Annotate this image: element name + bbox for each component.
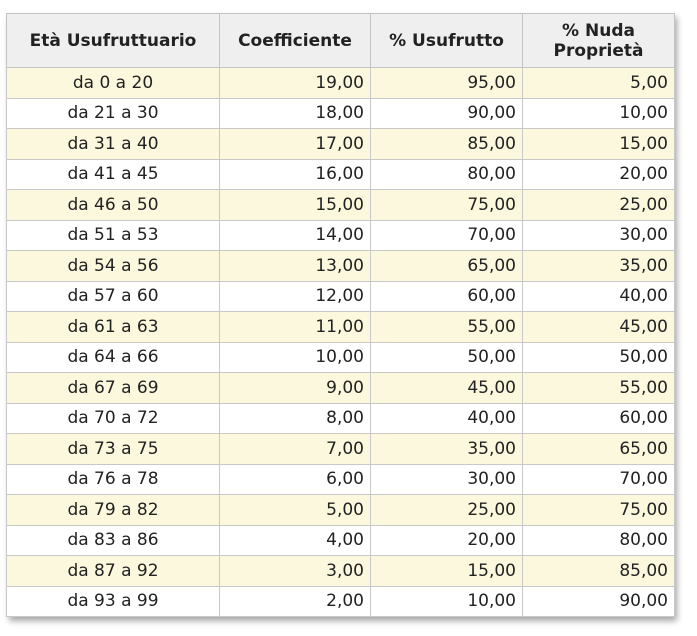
cell-age-range: da 61 a 63 — [6, 311, 220, 343]
cell-nuda-proprieta-percent: 20,00 — [522, 158, 675, 190]
cell-nuda-proprieta-percent: 75,00 — [522, 494, 675, 526]
cell-usufrutto-percent: 20,00 — [370, 524, 523, 556]
cell-nuda-proprieta-percent: 70,00 — [522, 463, 675, 495]
cell-usufrutto-percent: 30,00 — [370, 463, 523, 495]
cell-coefficient: 7,00 — [219, 433, 371, 465]
header-nuda-proprieta: % Nuda Proprietà — [522, 13, 675, 68]
cell-usufrutto-percent: 45,00 — [370, 372, 523, 404]
cell-age-range: da 87 a 92 — [6, 555, 220, 587]
cell-usufrutto-percent: 90,00 — [370, 97, 523, 129]
table-row: da 67 a 69 9,00 45,00 55,00 — [6, 372, 675, 404]
cell-usufrutto-percent: 40,00 — [370, 402, 523, 434]
cell-usufrutto-percent: 65,00 — [370, 250, 523, 282]
usufruct-coefficient-table: Età Usufruttuario Coefficiente % Usufrut… — [6, 13, 675, 617]
cell-nuda-proprieta-percent: 35,00 — [522, 250, 675, 282]
cell-age-range: da 79 a 82 — [6, 494, 220, 526]
cell-nuda-proprieta-percent: 90,00 — [522, 585, 675, 617]
header-coefficiente: Coefficiente — [219, 13, 371, 68]
cell-nuda-proprieta-percent: 85,00 — [522, 555, 675, 587]
cell-coefficient: 11,00 — [219, 311, 371, 343]
header-eta-usufruttuario: Età Usufruttuario — [6, 13, 220, 68]
cell-age-range: da 31 a 40 — [6, 128, 220, 160]
usufruct-table-container: Età Usufruttuario Coefficiente % Usufrut… — [6, 13, 675, 617]
cell-coefficient: 17,00 — [219, 128, 371, 160]
table-row: da 21 a 30 18,00 90,00 10,00 — [6, 97, 675, 129]
cell-usufrutto-percent: 10,00 — [370, 585, 523, 617]
cell-coefficient: 15,00 — [219, 189, 371, 221]
cell-usufrutto-percent: 85,00 — [370, 128, 523, 160]
table-row: da 54 a 56 13,00 65,00 35,00 — [6, 250, 675, 282]
cell-coefficient: 14,00 — [219, 219, 371, 251]
cell-nuda-proprieta-percent: 40,00 — [522, 280, 675, 312]
cell-age-range: da 76 a 78 — [6, 463, 220, 495]
cell-age-range: da 54 a 56 — [6, 250, 220, 282]
cell-usufrutto-percent: 50,00 — [370, 341, 523, 373]
cell-nuda-proprieta-percent: 55,00 — [522, 372, 675, 404]
cell-coefficient: 10,00 — [219, 341, 371, 373]
cell-coefficient: 12,00 — [219, 280, 371, 312]
cell-age-range: da 64 a 66 — [6, 341, 220, 373]
table-row: da 93 a 99 2,00 10,00 90,00 — [6, 585, 675, 617]
table-row: da 79 a 82 5,00 25,00 75,00 — [6, 494, 675, 526]
table-row: da 70 a 72 8,00 40,00 60,00 — [6, 402, 675, 434]
table-row: da 51 a 53 14,00 70,00 30,00 — [6, 219, 675, 251]
cell-usufrutto-percent: 60,00 — [370, 280, 523, 312]
cell-coefficient: 5,00 — [219, 494, 371, 526]
cell-nuda-proprieta-percent: 60,00 — [522, 402, 675, 434]
cell-nuda-proprieta-percent: 45,00 — [522, 311, 675, 343]
cell-coefficient: 19,00 — [219, 67, 371, 99]
cell-usufrutto-percent: 15,00 — [370, 555, 523, 587]
cell-nuda-proprieta-percent: 80,00 — [522, 524, 675, 556]
cell-nuda-proprieta-percent: 30,00 — [522, 219, 675, 251]
cell-age-range: da 83 a 86 — [6, 524, 220, 556]
cell-coefficient: 2,00 — [219, 585, 371, 617]
table-row: da 57 a 60 12,00 60,00 40,00 — [6, 280, 675, 312]
table-row: da 83 a 86 4,00 20,00 80,00 — [6, 524, 675, 556]
cell-nuda-proprieta-percent: 10,00 — [522, 97, 675, 129]
cell-nuda-proprieta-percent: 5,00 — [522, 67, 675, 99]
cell-nuda-proprieta-percent: 15,00 — [522, 128, 675, 160]
cell-age-range: da 21 a 30 — [6, 97, 220, 129]
cell-usufrutto-percent: 75,00 — [370, 189, 523, 221]
cell-coefficient: 16,00 — [219, 158, 371, 190]
cell-coefficient: 6,00 — [219, 463, 371, 495]
header-usufrutto: % Usufrutto — [370, 13, 523, 68]
table-row: da 41 a 45 16,00 80,00 20,00 — [6, 158, 675, 190]
table-header: Età Usufruttuario Coefficiente % Usufrut… — [6, 13, 675, 68]
cell-coefficient: 9,00 — [219, 372, 371, 404]
table-row: da 64 a 66 10,00 50,00 50,00 — [6, 341, 675, 373]
cell-age-range: da 51 a 53 — [6, 219, 220, 251]
cell-usufrutto-percent: 95,00 — [370, 67, 523, 99]
cell-age-range: da 73 a 75 — [6, 433, 220, 465]
table-row: da 61 a 63 11,00 55,00 45,00 — [6, 311, 675, 343]
cell-age-range: da 67 a 69 — [6, 372, 220, 404]
cell-coefficient: 8,00 — [219, 402, 371, 434]
cell-usufrutto-percent: 70,00 — [370, 219, 523, 251]
cell-age-range: da 46 a 50 — [6, 189, 220, 221]
cell-usufrutto-percent: 55,00 — [370, 311, 523, 343]
cell-coefficient: 13,00 — [219, 250, 371, 282]
table-row: da 76 a 78 6,00 30,00 70,00 — [6, 463, 675, 495]
table-row: da 87 a 92 3,00 15,00 85,00 — [6, 555, 675, 587]
table-row: da 0 a 20 19,00 95,00 5,00 — [6, 67, 675, 99]
cell-usufrutto-percent: 80,00 — [370, 158, 523, 190]
table-row: da 31 a 40 17,00 85,00 15,00 — [6, 128, 675, 160]
header-row: Età Usufruttuario Coefficiente % Usufrut… — [6, 13, 675, 68]
cell-coefficient: 3,00 — [219, 555, 371, 587]
table-body: da 0 a 20 19,00 95,00 5,00 da 21 a 30 18,00 90… — [6, 67, 675, 617]
table-row: da 73 a 75 7,00 35,00 65,00 — [6, 433, 675, 465]
cell-usufrutto-percent: 35,00 — [370, 433, 523, 465]
cell-age-range: da 57 a 60 — [6, 280, 220, 312]
cell-usufrutto-percent: 25,00 — [370, 494, 523, 526]
cell-coefficient: 4,00 — [219, 524, 371, 556]
cell-age-range: da 93 a 99 — [6, 585, 220, 617]
cell-nuda-proprieta-percent: 50,00 — [522, 341, 675, 373]
cell-age-range: da 0 a 20 — [6, 67, 220, 99]
cell-age-range: da 70 a 72 — [6, 402, 220, 434]
cell-age-range: da 41 a 45 — [6, 158, 220, 190]
cell-nuda-proprieta-percent: 65,00 — [522, 433, 675, 465]
cell-nuda-proprieta-percent: 25,00 — [522, 189, 675, 221]
table-row: da 46 a 50 15,00 75,00 25,00 — [6, 189, 675, 221]
cell-coefficient: 18,00 — [219, 97, 371, 129]
